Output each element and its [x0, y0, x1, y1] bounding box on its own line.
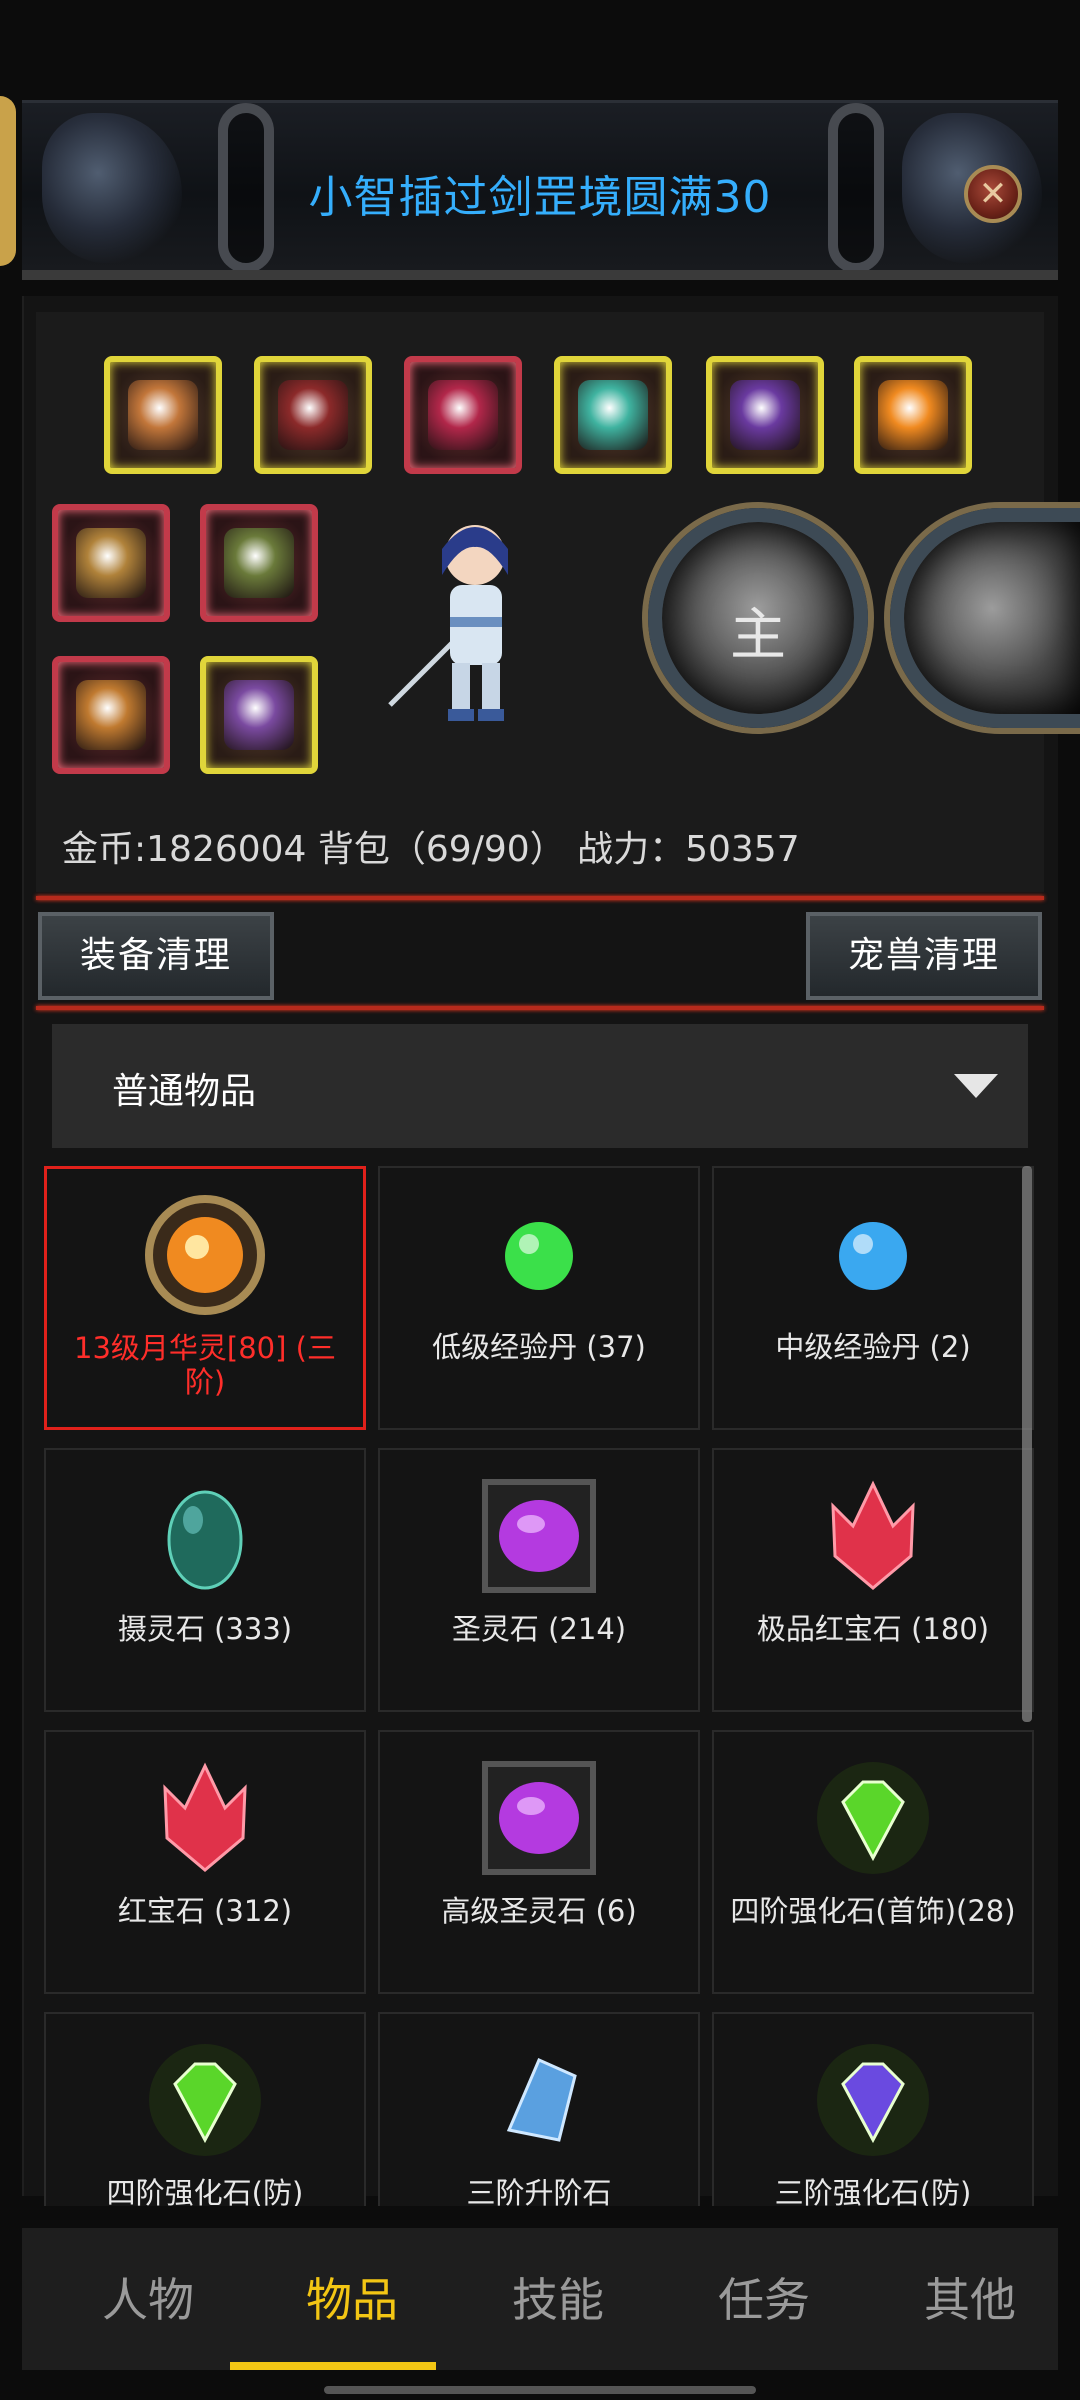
green-gem-icon: [813, 1758, 933, 1878]
inventory-item[interactable]: 四阶强化石(防): [44, 2012, 366, 2206]
equip-cleanup-button[interactable]: 装备清理: [38, 912, 274, 1000]
close-icon: ✕: [978, 174, 1008, 214]
inventory-item[interactable]: 四阶强化石(首饰)(28): [712, 1730, 1034, 1994]
green-gem-icon: [145, 2040, 265, 2160]
inventory-item-label: 13级月华灵[80] (三阶): [74, 1331, 336, 1399]
inventory-item-label: 摄灵石 (333): [117, 1612, 293, 1646]
equip-amulet-slot[interactable]: [200, 656, 318, 774]
equip-shoulder-icon: [428, 380, 498, 450]
inventory-item[interactable]: 三阶升阶石: [378, 2012, 700, 2206]
inventory-item-label: 高级圣灵石 (6): [441, 1894, 637, 1928]
page-title: 小智插过剑罡境圆满30: [308, 172, 772, 223]
inventory-item[interactable]: 三阶强化石(防): [712, 2012, 1034, 2206]
equip-helmet-icon: [128, 380, 198, 450]
equip-bracer-icon: [578, 380, 648, 450]
equip-belt-icon: [76, 680, 146, 750]
equip-sword-2-icon: [224, 528, 294, 598]
equip-boots-slot[interactable]: [706, 356, 824, 474]
inventory-item[interactable]: 圣灵石 (214): [378, 1448, 700, 1712]
equip-orb-slot[interactable]: [854, 356, 972, 474]
equip-bracer-slot[interactable]: [554, 356, 672, 474]
title-banner: 小智插过剑罡境圆满30 ✕: [22, 100, 1058, 280]
inventory-item[interactable]: 13级月华灵[80] (三阶): [44, 1166, 366, 1430]
equip-helmet-slot[interactable]: [104, 356, 222, 474]
inventory-item[interactable]: 极品红宝石 (180): [712, 1448, 1034, 1712]
inventory-item-label: 极品红宝石 (180): [756, 1612, 990, 1646]
pet-slot-main[interactable]: 主: [648, 508, 868, 728]
inventory-item-label: 低级经验丹 (37): [432, 1330, 646, 1364]
inventory-item-label: 四阶强化石(首饰)(28): [730, 1894, 1016, 1928]
equip-shoulder-slot[interactable]: [404, 356, 522, 474]
bottom-nav: 人物 物品 技能 任务 其他: [22, 2228, 1058, 2370]
tab-quests[interactable]: 任务: [664, 2264, 864, 2330]
equip-sword-2-slot[interactable]: [200, 504, 318, 622]
home-indicator[interactable]: [324, 2386, 756, 2394]
equip-sword-1-icon: [76, 528, 146, 598]
pet-cleanup-button[interactable]: 宠兽清理: [806, 912, 1042, 1000]
inventory-item-label: 中级经验丹 (2): [775, 1330, 971, 1364]
green-pill-icon: [479, 1194, 599, 1314]
game-screen: 小智插过剑罡境圆满30 ✕ 主 金币:1826004 背包（69/90） 战力：…: [0, 0, 1080, 2400]
inventory-item-label: 三阶升阶石: [466, 2176, 612, 2206]
character-avatar[interactable]: [380, 505, 560, 735]
inventory-item[interactable]: 高级圣灵石 (6): [378, 1730, 700, 1994]
item-category-value: 普通物品: [112, 1071, 257, 1112]
equip-belt-slot[interactable]: [52, 656, 170, 774]
equip-sword-1-slot[interactable]: [52, 504, 170, 622]
equip-orb-icon: [878, 380, 948, 450]
tab-other[interactable]: 其他: [870, 2264, 1070, 2330]
item-grid: 13级月华灵[80] (三阶) 低级经验丹 (37) 中级经验丹 (2) 摄灵石 (3…: [44, 1166, 1036, 2206]
red-crystal-icon: [813, 1476, 933, 1596]
red-crystal-icon: [145, 1758, 265, 1878]
close-button[interactable]: ✕: [964, 165, 1022, 223]
active-tab-indicator: [230, 2362, 436, 2370]
inventory-item[interactable]: 红宝石 (312): [44, 1730, 366, 1994]
inventory-item-label: 三阶强化石(防): [774, 2176, 972, 2206]
tab-items[interactable]: 物品: [252, 2264, 452, 2330]
teal-egg-icon: [145, 1476, 265, 1596]
equip-amulet-icon: [224, 680, 294, 750]
item-grid-scrollbar[interactable]: [1022, 1166, 1032, 1722]
inventory-item-label: 圣灵石 (214): [451, 1612, 627, 1646]
inventory-item[interactable]: 摄灵石 (333): [44, 1448, 366, 1712]
side-tab-handle[interactable]: [0, 96, 16, 266]
item-category-select[interactable]: 普通物品: [52, 1024, 1028, 1148]
equip-armor-slot[interactable]: [254, 356, 372, 474]
inventory-item-label: 四阶强化石(防): [106, 2176, 304, 2206]
inventory-item-label: 红宝石 (312): [117, 1894, 293, 1928]
chevron-down-icon: [954, 1074, 998, 1098]
tab-skills[interactable]: 技能: [458, 2264, 658, 2330]
tab-character[interactable]: 人物: [48, 2264, 248, 2330]
divider-top: [36, 896, 1044, 900]
orb-icon: [145, 1195, 265, 1315]
purple-stone-icon: [479, 1476, 599, 1596]
inventory-item[interactable]: 中级经验丹 (2): [712, 1166, 1034, 1430]
blue-shard-icon: [479, 2040, 599, 2160]
main-pet-label: 主: [730, 603, 786, 668]
equip-armor-icon: [278, 380, 348, 450]
stats-line: 金币:1826004 背包（69/90） 战力：50357: [62, 829, 800, 870]
divider-bottom: [36, 1006, 1044, 1010]
equip-boots-icon: [730, 380, 800, 450]
inventory-item[interactable]: 低级经验丹 (37): [378, 1166, 700, 1430]
violet-gem-icon: [813, 2040, 933, 2160]
blue-pill-icon: [813, 1194, 933, 1314]
purple-stone-icon: [479, 1758, 599, 1878]
